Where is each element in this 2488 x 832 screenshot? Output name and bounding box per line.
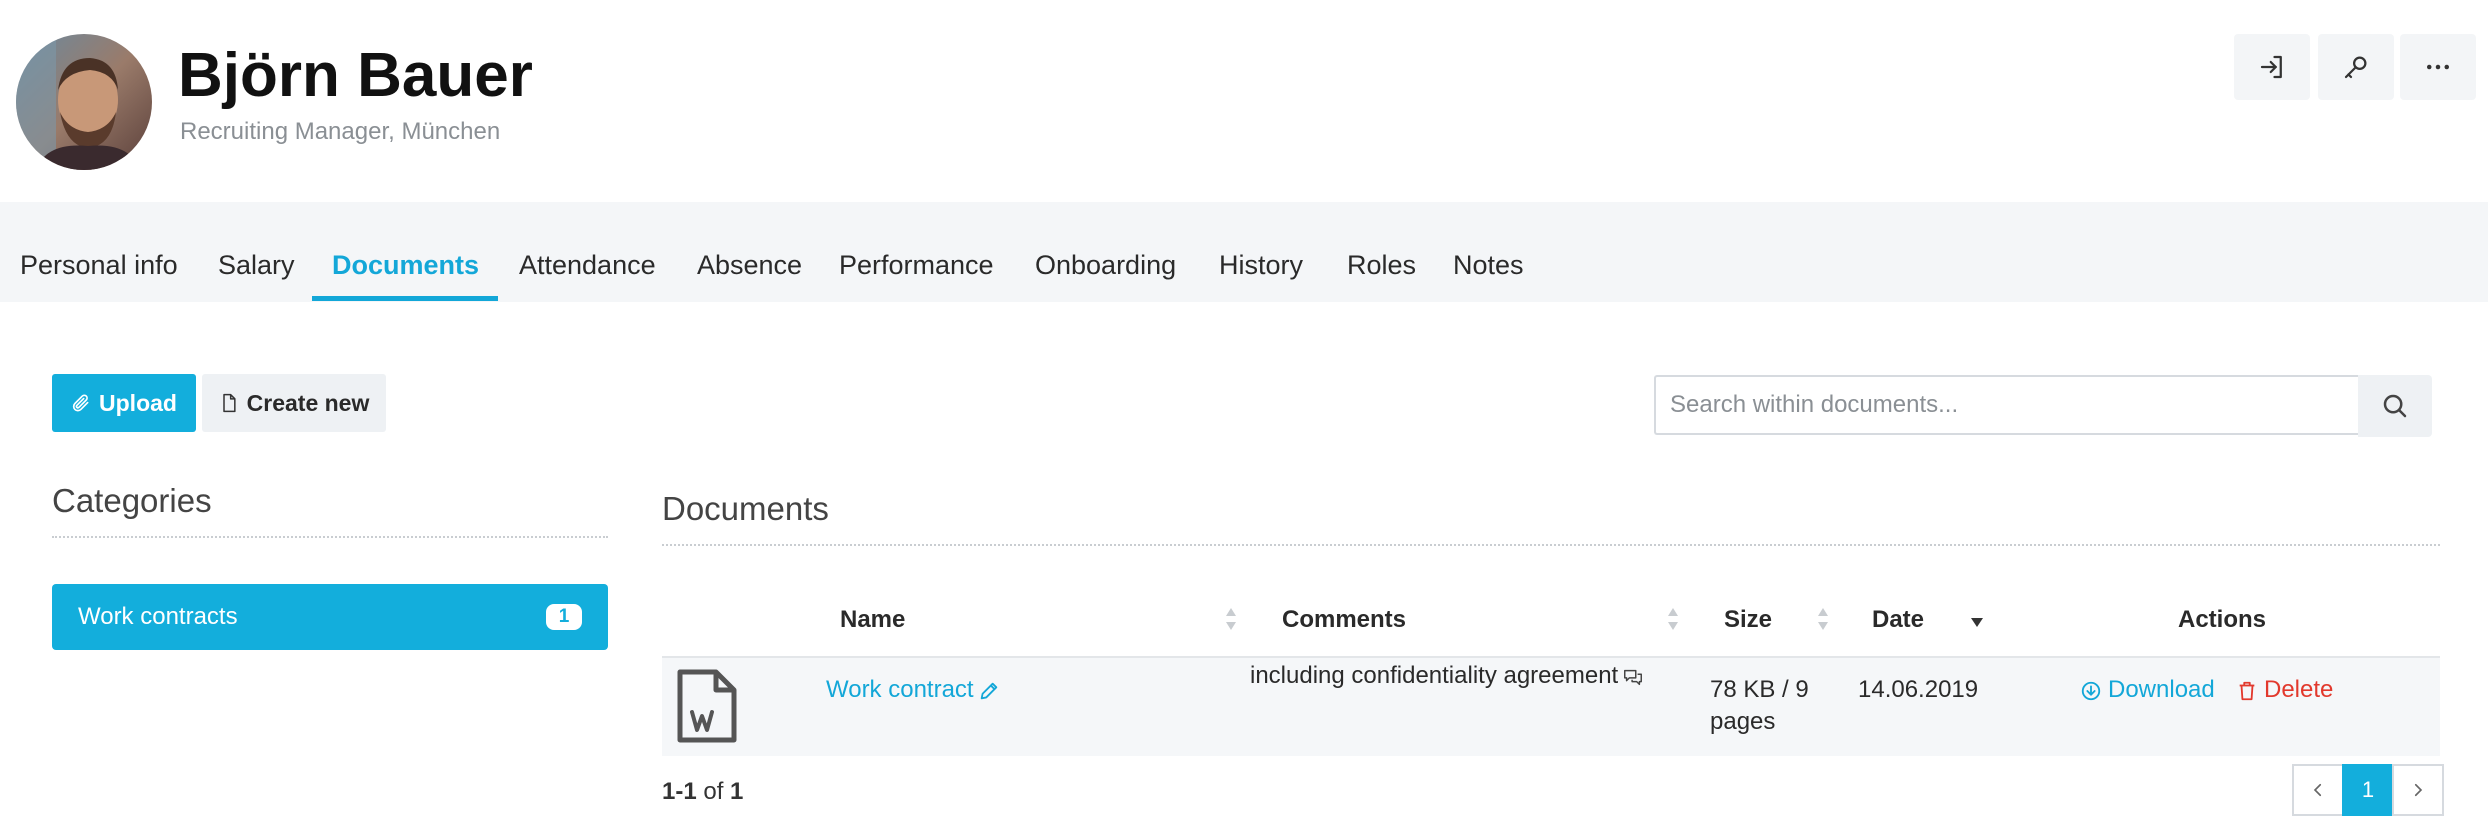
sort-icon[interactable] [1666, 604, 1680, 634]
category-label: Work contracts [78, 603, 238, 630]
avatar [16, 34, 152, 170]
document-search-input[interactable] [1654, 375, 2358, 435]
more-button[interactable] [2400, 34, 2476, 100]
tab-documents[interactable]: Documents [332, 250, 479, 281]
upload-label: Upload [99, 389, 177, 416]
search-icon [2383, 394, 2407, 418]
next-page-button[interactable] [2392, 764, 2444, 816]
pencil-icon[interactable] [978, 680, 1000, 702]
pagination-of: of [703, 778, 724, 805]
employee-name: Björn Bauer [178, 41, 533, 110]
document-comment: including confidentiality agreement [1250, 662, 1644, 690]
column-size[interactable]: Size [1724, 606, 1772, 634]
tab-onboarding[interactable]: Onboarding [1035, 250, 1176, 281]
document-name: Work contract [826, 676, 974, 703]
tab-salary[interactable]: Salary [218, 250, 295, 281]
page-button-1[interactable]: 1 [2342, 764, 2394, 816]
sign-in-icon [2260, 55, 2282, 79]
comments-icon[interactable] [1622, 666, 1644, 688]
column-actions: Actions [2178, 606, 2267, 633]
documents-title: Documents [662, 490, 829, 527]
document-pages: pages [1710, 708, 1776, 735]
column-name[interactable]: Name [840, 606, 905, 634]
category-count-badge: 1 [546, 604, 582, 630]
password-button[interactable] [2318, 34, 2394, 100]
chevron-left-icon [2313, 783, 2322, 797]
categories-divider [52, 536, 608, 538]
active-tab-indicator [312, 296, 498, 301]
word-document-icon [677, 669, 737, 743]
tab-notes[interactable]: Notes [1453, 250, 1524, 281]
tab-absence[interactable]: Absence [697, 250, 802, 281]
pagination-range: 1-1 [662, 778, 697, 805]
previous-page-button[interactable] [2292, 764, 2344, 816]
pagination-total: 1 [730, 778, 744, 805]
column-comments[interactable]: Comments [1282, 606, 1406, 634]
documents-divider [662, 544, 2440, 546]
download-icon [2081, 681, 2101, 700]
download-link[interactable]: Download [2080, 676, 2215, 704]
sign-in-button[interactable] [2234, 34, 2310, 100]
file-icon [222, 393, 236, 413]
sort-icon[interactable] [1816, 604, 1830, 634]
sort-icon[interactable] [1224, 604, 1238, 634]
sort-desc-icon[interactable] [1970, 612, 1984, 632]
create-new-button[interactable]: Create new [202, 374, 386, 432]
tab-history[interactable]: History [1219, 250, 1303, 281]
paperclip-icon [72, 394, 89, 412]
document-name-link[interactable]: Work contract [826, 676, 1000, 704]
tab-attendance[interactable]: Attendance [519, 250, 656, 281]
trash-icon [2239, 681, 2255, 700]
more-icon [2427, 64, 2449, 70]
chevron-right-icon [2414, 783, 2423, 797]
download-label: Download [2108, 676, 2215, 703]
tab-personal-info[interactable]: Personal info [20, 250, 178, 281]
tab-bar: Personal info Salary Documents Attendanc… [0, 202, 2488, 302]
column-date[interactable]: Date [1872, 606, 1924, 634]
category-work-contracts[interactable]: Work contracts 1 [52, 584, 608, 650]
search-button[interactable] [2358, 375, 2432, 437]
comment-text: including confidentiality agreement [1250, 662, 1619, 689]
pagination-summary: 1-1 of 1 [662, 778, 743, 806]
create-new-label: Create new [246, 389, 370, 416]
tab-performance[interactable]: Performance [839, 250, 994, 281]
delete-link[interactable]: Delete [2236, 676, 2333, 704]
tab-roles[interactable]: Roles [1347, 250, 1416, 281]
delete-label: Delete [2264, 676, 2334, 703]
key-icon [2344, 56, 2367, 79]
employee-subtitle: Recruiting Manager, München [180, 118, 501, 145]
upload-button[interactable]: Upload [52, 374, 196, 432]
categories-title: Categories [52, 482, 212, 519]
document-size: 78 KB / 9 [1710, 676, 1809, 703]
document-date: 14.06.2019 [1858, 676, 1979, 703]
